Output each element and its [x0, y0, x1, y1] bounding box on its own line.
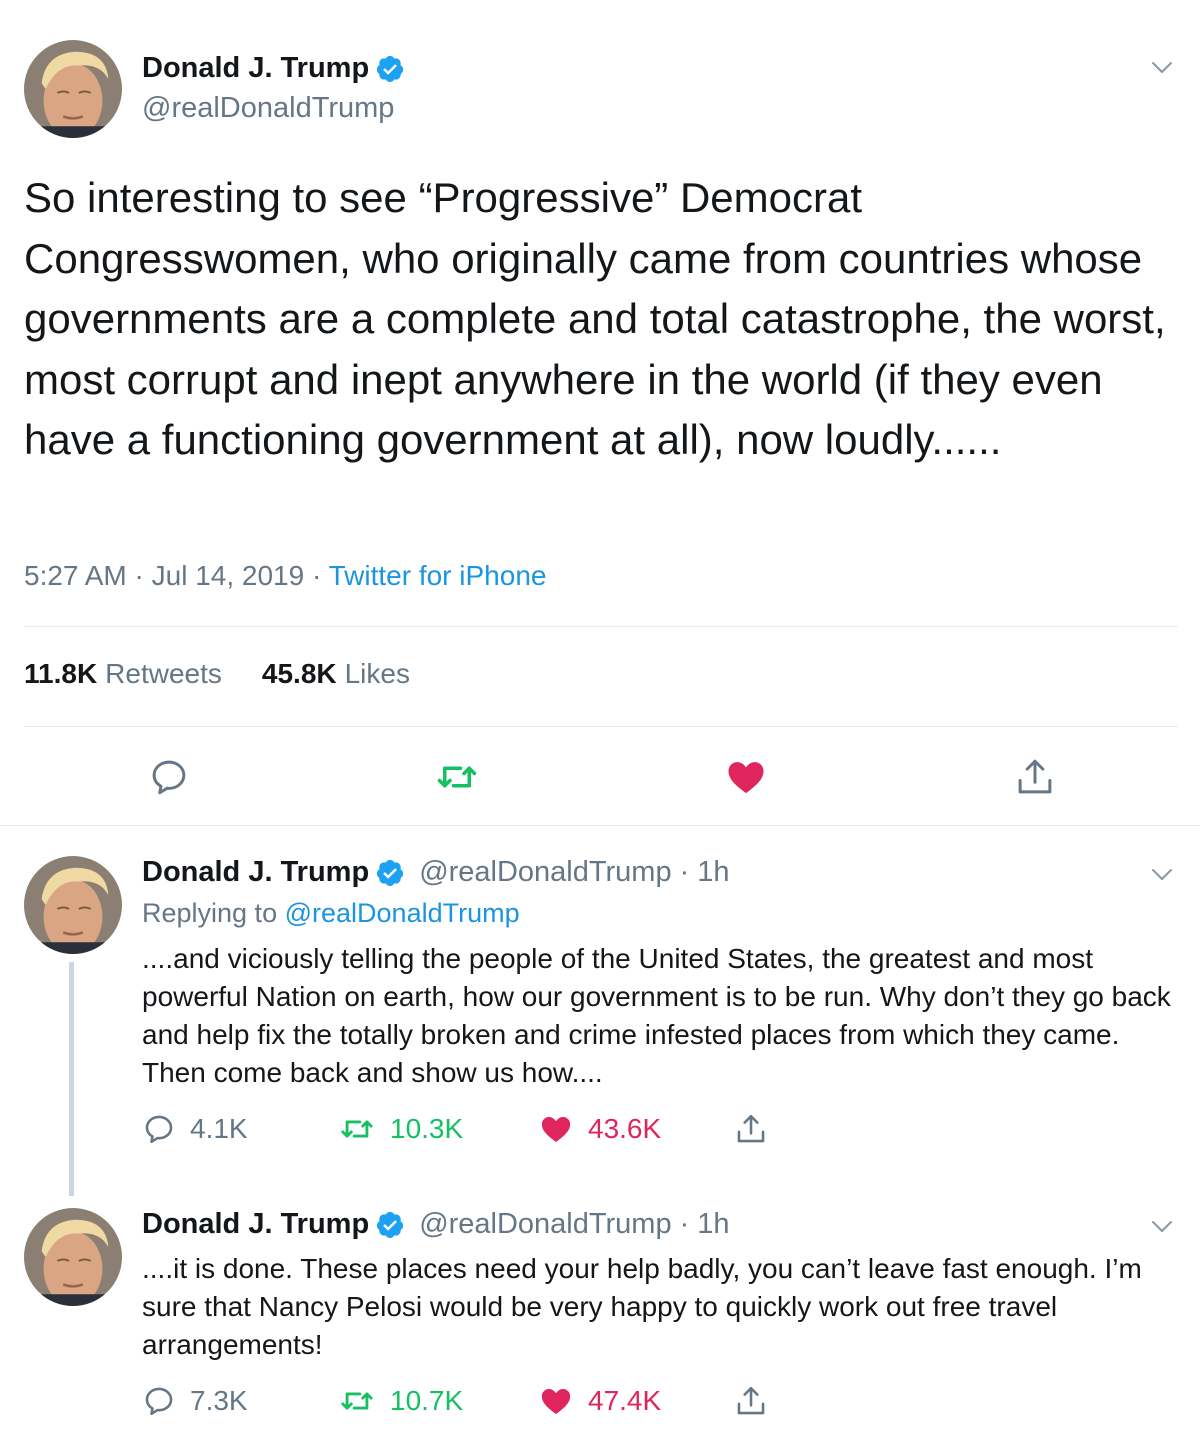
meta-separator: · — [134, 560, 144, 591]
thread-line — [69, 962, 74, 1196]
likes-count: 45.8K — [261, 658, 337, 689]
share-icon — [734, 1384, 768, 1418]
like-button[interactable] — [725, 756, 767, 798]
replying-prefix: Replying to — [142, 898, 278, 928]
tweet-time[interactable]: 1h — [697, 1208, 729, 1241]
replying-to: Replying to @realDonaldTrump — [142, 898, 520, 929]
author-name[interactable]: Donald J. Trump — [142, 52, 369, 85]
meta-separator: · — [311, 560, 322, 591]
retweets-count: 11.8K — [24, 658, 98, 689]
retweet-icon — [338, 1384, 376, 1418]
retweet-count: 10.7K — [390, 1385, 464, 1416]
avatar[interactable] — [24, 1208, 122, 1306]
heart-icon — [725, 756, 767, 798]
reply-button[interactable]: 7.3K — [142, 1384, 248, 1418]
like-count: 43.6K — [588, 1113, 662, 1144]
likes-label: Likes — [344, 658, 410, 689]
author-handle[interactable]: @realDonaldTrump — [142, 92, 394, 125]
reply-count: 4.1K — [190, 1113, 248, 1144]
divider — [24, 626, 1178, 627]
reply-icon — [142, 1384, 176, 1418]
reply-icon — [148, 756, 190, 798]
heart-icon — [538, 1112, 574, 1146]
tweet-time[interactable]: 5:27 AM — [24, 560, 127, 591]
header-separator: · — [679, 856, 690, 888]
like-count: 47.4K — [588, 1385, 662, 1416]
share-icon — [1014, 756, 1056, 798]
reply-button[interactable] — [148, 756, 190, 798]
author-row: Donald J. Trump — [142, 52, 405, 85]
reply-header: Donald J. Trump @realDonaldTrump · 1h — [142, 856, 730, 889]
retweet-icon — [434, 756, 480, 798]
author-name[interactable]: Donald J. Trump — [142, 1208, 369, 1241]
avatar[interactable] — [24, 40, 122, 138]
chevron-down-icon[interactable] — [1150, 55, 1174, 79]
divider — [24, 726, 1178, 727]
verified-badge-icon — [375, 54, 405, 84]
reply-icon — [142, 1112, 176, 1146]
tweet-time[interactable]: 1h — [697, 856, 729, 889]
like-button[interactable]: 43.6K — [538, 1112, 661, 1146]
author-handle[interactable]: @realDonaldTrump — [419, 1208, 671, 1241]
verified-badge-icon — [375, 858, 405, 888]
reply-count: 7.3K — [190, 1385, 248, 1416]
avatar[interactable] — [24, 856, 122, 954]
share-button[interactable] — [734, 1384, 768, 1418]
like-button[interactable]: 47.4K — [538, 1384, 661, 1418]
author-name[interactable]: Donald J. Trump — [142, 856, 369, 889]
verified-badge-icon — [375, 1210, 405, 1240]
retweets-stat[interactable]: 11.8K Retweets — [24, 658, 222, 690]
retweet-button[interactable] — [434, 756, 480, 798]
tweet-source-link[interactable]: Twitter for iPhone — [329, 560, 547, 591]
retweet-button[interactable]: 10.7K — [338, 1384, 463, 1418]
share-button[interactable] — [734, 1112, 768, 1146]
tweet-date[interactable]: Jul 14, 2019 — [152, 560, 305, 591]
chevron-down-icon[interactable] — [1150, 1214, 1174, 1238]
author-handle[interactable]: @realDonaldTrump — [419, 856, 671, 889]
main-tweet: Donald J. Trump @realDonaldTrump So inte… — [0, 0, 1200, 826]
retweet-icon — [338, 1112, 376, 1146]
tweet-meta: 5:27 AM · Jul 14, 2019 · Twitter for iPh… — [24, 560, 546, 592]
chevron-down-icon[interactable] — [1150, 862, 1174, 886]
tweet-text: ....it is done. These places need your h… — [142, 1253, 1142, 1360]
heart-icon — [538, 1384, 574, 1418]
tweet-text: So interesting to see “Progressive” Demo… — [24, 174, 1178, 463]
likes-stat[interactable]: 45.8K Likes — [262, 658, 410, 690]
share-button[interactable] — [1014, 756, 1056, 798]
tweet-stats: 11.8K Retweets 45.8K Likes — [24, 658, 410, 690]
retweet-count: 10.3K — [390, 1113, 464, 1144]
share-icon — [734, 1112, 768, 1146]
retweets-label: Retweets — [105, 658, 222, 689]
reply-header: Donald J. Trump @realDonaldTrump · 1h — [142, 1208, 730, 1241]
replying-mention-link[interactable]: @realDonaldTrump — [285, 898, 520, 928]
header-separator: · — [679, 1208, 690, 1240]
reply-button[interactable]: 4.1K — [142, 1112, 248, 1146]
tweet-text: ....and viciously telling the people of … — [142, 943, 1171, 1088]
retweet-button[interactable]: 10.3K — [338, 1112, 463, 1146]
